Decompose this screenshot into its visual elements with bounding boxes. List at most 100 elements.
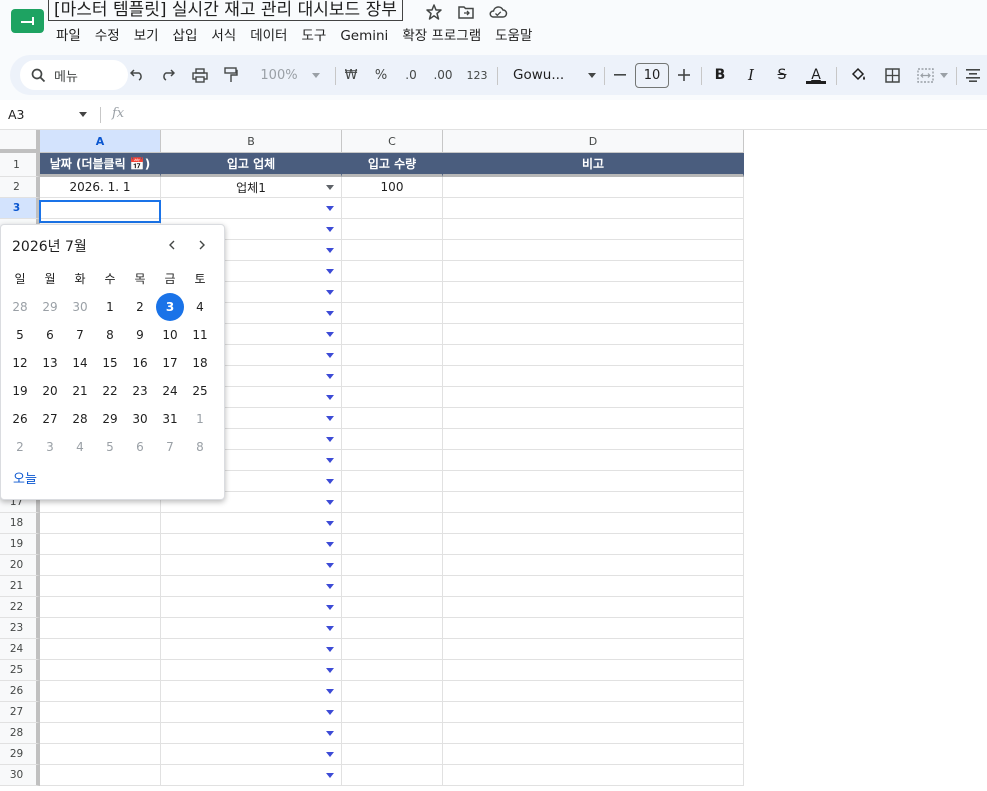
calendar-day[interactable]: 1 bbox=[96, 293, 124, 321]
cell-d11[interactable] bbox=[443, 366, 744, 387]
sheets-logo-icon[interactable] bbox=[11, 9, 44, 33]
cloud-saved-icon[interactable] bbox=[488, 3, 508, 21]
dropdown-arrow-icon[interactable] bbox=[326, 332, 334, 337]
calendar-day[interactable]: 8 bbox=[96, 321, 124, 349]
cell-c28[interactable] bbox=[342, 723, 443, 744]
menu-insert[interactable]: 삽입 bbox=[173, 26, 206, 46]
calendar-day[interactable]: 22 bbox=[96, 377, 124, 405]
column-header-a[interactable]: A bbox=[40, 130, 161, 153]
row-header-23[interactable]: 23 bbox=[0, 618, 40, 639]
menu-extensions[interactable]: 확장 프로그램 bbox=[402, 26, 489, 46]
dropdown-arrow-icon[interactable] bbox=[326, 185, 334, 190]
calendar-day[interactable]: 21 bbox=[66, 377, 94, 405]
calendar-day[interactable]: 5 bbox=[6, 321, 34, 349]
cell-d17[interactable] bbox=[443, 492, 744, 513]
horizontal-align-button[interactable] bbox=[963, 55, 983, 95]
calendar-day[interactable]: 14 bbox=[66, 349, 94, 377]
calendar-day[interactable]: 11 bbox=[186, 321, 214, 349]
decrease-font-size-button[interactable] bbox=[611, 55, 629, 95]
cell-d22[interactable] bbox=[443, 597, 744, 618]
dropdown-arrow-icon[interactable] bbox=[326, 395, 334, 400]
cell-c7[interactable] bbox=[342, 282, 443, 303]
calendar-day[interactable]: 31 bbox=[156, 405, 184, 433]
fill-color-button[interactable] bbox=[847, 55, 869, 95]
menu-file[interactable]: 파일 bbox=[56, 26, 89, 46]
dropdown-arrow-icon[interactable] bbox=[326, 227, 334, 232]
cell-d24[interactable] bbox=[443, 639, 744, 660]
redo-button[interactable] bbox=[158, 55, 178, 95]
row-header-24[interactable]: 24 bbox=[0, 639, 40, 660]
cell-d29[interactable] bbox=[443, 744, 744, 765]
percent-format-button[interactable]: % bbox=[370, 55, 392, 95]
cell-c18[interactable] bbox=[342, 513, 443, 534]
text-color-button[interactable]: A bbox=[805, 55, 827, 95]
cell-c15[interactable] bbox=[342, 450, 443, 471]
menu-data[interactable]: 데이터 bbox=[250, 26, 295, 46]
dropdown-arrow-icon[interactable] bbox=[326, 626, 334, 631]
undo-button[interactable] bbox=[127, 55, 147, 95]
dropdown-arrow-icon[interactable] bbox=[326, 584, 334, 589]
cell-a20[interactable] bbox=[40, 555, 161, 576]
cell-a24[interactable] bbox=[40, 639, 161, 660]
calendar-day[interactable]: 7 bbox=[66, 321, 94, 349]
row-header-21[interactable]: 21 bbox=[0, 576, 40, 597]
row-header-28[interactable]: 28 bbox=[0, 723, 40, 744]
cell-b20[interactable] bbox=[161, 555, 342, 576]
dropdown-arrow-icon[interactable] bbox=[326, 710, 334, 715]
cell-a29[interactable] bbox=[40, 744, 161, 765]
menu-format[interactable]: 서식 bbox=[211, 26, 244, 46]
strikethrough-button[interactable]: S bbox=[772, 55, 792, 95]
cell-a22[interactable] bbox=[40, 597, 161, 618]
cell-d13[interactable] bbox=[443, 408, 744, 429]
cell-a30[interactable] bbox=[40, 765, 161, 786]
cell-c12[interactable] bbox=[342, 387, 443, 408]
cell-b29[interactable] bbox=[161, 744, 342, 765]
dropdown-arrow-icon[interactable] bbox=[326, 668, 334, 673]
dropdown-arrow-icon[interactable] bbox=[326, 353, 334, 358]
zoom-select[interactable]: 100% bbox=[255, 55, 325, 95]
cell-b28[interactable] bbox=[161, 723, 342, 744]
cell-b23[interactable] bbox=[161, 618, 342, 639]
calendar-day[interactable]: 26 bbox=[6, 405, 34, 433]
cell-d12[interactable] bbox=[443, 387, 744, 408]
document-title[interactable]: [마스터 템플릿] 실시간 재고 관리 대시보드 장부 bbox=[48, 0, 403, 21]
cell-b24[interactable] bbox=[161, 639, 342, 660]
column-header-c[interactable]: C bbox=[342, 130, 443, 153]
chevron-right-icon[interactable] bbox=[192, 235, 212, 255]
cell-b30[interactable] bbox=[161, 765, 342, 786]
calendar-day[interactable]: 5 bbox=[96, 433, 124, 461]
cell-c16[interactable] bbox=[342, 471, 443, 492]
cell-c19[interactable] bbox=[342, 534, 443, 555]
menu-tools[interactable]: 도구 bbox=[301, 26, 334, 46]
cell-d5[interactable] bbox=[443, 240, 744, 261]
dropdown-arrow-icon[interactable] bbox=[326, 437, 334, 442]
cell-c6[interactable] bbox=[342, 261, 443, 282]
decrease-decimal-button[interactable]: .0 bbox=[399, 55, 423, 95]
search-menus-button[interactable]: 메뉴 bbox=[20, 60, 128, 90]
cell-d27[interactable] bbox=[443, 702, 744, 723]
calendar-day[interactable]: 23 bbox=[126, 377, 154, 405]
cell-c13[interactable] bbox=[342, 408, 443, 429]
calendar-day[interactable]: 13 bbox=[36, 349, 64, 377]
row-header-27[interactable]: 27 bbox=[0, 702, 40, 723]
star-icon[interactable] bbox=[425, 3, 443, 21]
cell-c8[interactable] bbox=[342, 303, 443, 324]
cell-b25[interactable] bbox=[161, 660, 342, 681]
calendar-day[interactable]: 16 bbox=[126, 349, 154, 377]
cell-c9[interactable] bbox=[342, 324, 443, 345]
cell-a26[interactable] bbox=[40, 681, 161, 702]
calendar-day[interactable]: 3 bbox=[156, 293, 184, 321]
row-header-18[interactable]: 18 bbox=[0, 513, 40, 534]
calendar-day[interactable]: 18 bbox=[186, 349, 214, 377]
cell-a28[interactable] bbox=[40, 723, 161, 744]
cell-c21[interactable] bbox=[342, 576, 443, 597]
cell-d4[interactable] bbox=[443, 219, 744, 240]
cell-d23[interactable] bbox=[443, 618, 744, 639]
calendar-day[interactable]: 2 bbox=[126, 293, 154, 321]
dropdown-arrow-icon[interactable] bbox=[326, 521, 334, 526]
dropdown-arrow-icon[interactable] bbox=[326, 563, 334, 568]
dropdown-arrow-icon[interactable] bbox=[326, 479, 334, 484]
cell-a18[interactable] bbox=[40, 513, 161, 534]
dropdown-arrow-icon[interactable] bbox=[326, 269, 334, 274]
column-header-d[interactable]: D bbox=[443, 130, 744, 153]
